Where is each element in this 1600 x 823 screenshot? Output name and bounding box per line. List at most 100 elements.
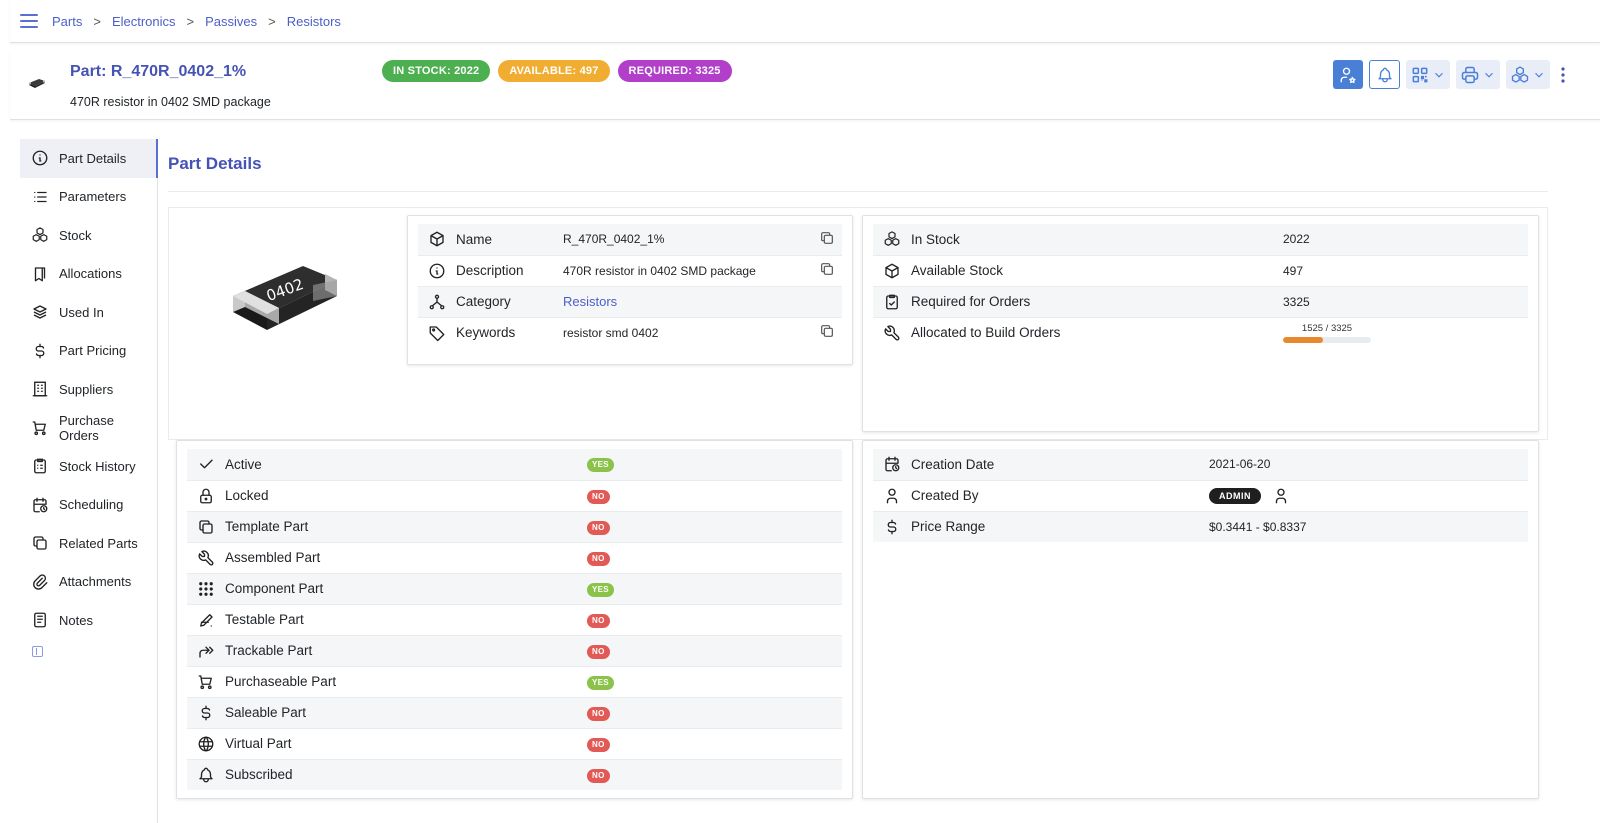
- table-row: Required for Orders 3325: [873, 285, 1528, 317]
- nav-part-pricing[interactable]: Part Pricing: [20, 332, 157, 371]
- table-row: Virtual Part NO: [187, 727, 842, 759]
- flag-label: Trackable Part: [225, 634, 587, 666]
- nav-label: Used In: [59, 304, 104, 320]
- flag-label: Saleable Part: [225, 696, 587, 728]
- chevron-down-icon: [1535, 72, 1543, 78]
- copy-icon: [33, 536, 47, 550]
- breadcrumb-item-parts[interactable]: Parts: [52, 14, 82, 29]
- barcode-menu-button[interactable]: [1406, 60, 1450, 89]
- sitemap-icon: [429, 294, 445, 310]
- nav-scheduling[interactable]: Scheduling: [20, 486, 157, 525]
- calendar-clock-icon: [33, 497, 48, 513]
- flag-value-badge: NO: [587, 768, 610, 783]
- flag-label: Component Part: [225, 572, 587, 604]
- part-header: Part: R_470R_0402_1% 470R resistor in 04…: [10, 52, 1600, 120]
- nav-stock-history[interactable]: Stock History: [20, 447, 157, 486]
- nav-label: Stock History: [59, 458, 136, 474]
- stock-table: In Stock 2022 Available Stock 497 Requir…: [873, 224, 1528, 348]
- more-actions-button[interactable]: [1556, 60, 1570, 89]
- nav-label: Allocations: [59, 266, 122, 282]
- category-link[interactable]: Resistors: [563, 294, 617, 309]
- table-row: Creation Date 2021-06-20: [873, 449, 1528, 480]
- user-icon: [886, 488, 898, 504]
- flag-value-badge: NO: [587, 644, 610, 659]
- flag-value-badge: YES: [587, 582, 614, 597]
- table-row: Component Part YES: [187, 572, 842, 604]
- meta-label: Creation Date: [911, 449, 1209, 480]
- subscribe-button[interactable]: [1369, 60, 1400, 89]
- package-icon: [885, 263, 899, 279]
- nav-purchase-orders[interactable]: Purchase Orders: [20, 409, 157, 448]
- tag-icon: [429, 326, 445, 342]
- table-row: Price Range $0.3441 - $0.8337: [873, 510, 1528, 542]
- copy-icon[interactable]: [819, 230, 835, 246]
- flag-value-badge: NO: [587, 551, 610, 566]
- table-row: Purchaseable Part YES: [187, 665, 842, 697]
- flag-label: Virtual Part: [225, 727, 587, 759]
- table-row: In Stock 2022: [873, 224, 1528, 255]
- nav-used-in[interactable]: Used In: [20, 293, 157, 332]
- nav-stock[interactable]: Stock: [20, 216, 157, 255]
- nav-attachments[interactable]: Attachments: [20, 563, 157, 602]
- created-by-badge[interactable]: ADMIN: [1209, 487, 1261, 504]
- part-flags-table: Active YES Locked NO Template Part NO Assemble…: [187, 449, 842, 790]
- copy-icon[interactable]: [819, 261, 835, 277]
- breadcrumb-separator: >: [93, 13, 101, 29]
- info-icon: [429, 263, 445, 279]
- print-menu-button[interactable]: [1456, 60, 1500, 89]
- calendar-clock-icon: [885, 456, 900, 472]
- user-icon: [1276, 488, 1287, 503]
- building-icon: [32, 381, 48, 397]
- table-row: Trackable Part NO: [187, 634, 842, 666]
- printer-icon: [1461, 66, 1479, 83]
- nav-label: Parameters: [59, 189, 127, 205]
- nav-parameters[interactable]: Parameters: [20, 178, 157, 217]
- info-value-name: R_470R_0402_1%: [563, 224, 812, 255]
- world-icon: [198, 736, 214, 752]
- check-icon: [200, 459, 213, 469]
- nav-part-details[interactable]: Part Details: [20, 139, 158, 178]
- flag-label: Locked: [225, 479, 587, 511]
- info-value-keywords: resistor smd 0402: [563, 316, 812, 348]
- nav-label: Purchase Orders: [59, 412, 114, 443]
- bell-icon: [199, 767, 213, 783]
- side-nav: Part Details Parameters Stock Allocation…: [20, 139, 158, 823]
- nav-label: Stock: [59, 227, 92, 243]
- breadcrumb-item-resistors[interactable]: Resistors: [287, 14, 341, 29]
- part-meta-table: Creation Date 2021-06-20 Created By ADMI…: [873, 449, 1528, 542]
- menu-icon[interactable]: [20, 14, 38, 28]
- part-image: 0402: [233, 266, 337, 330]
- table-row: Category Resistors: [418, 285, 842, 317]
- clipboard-check-icon: [886, 294, 898, 310]
- flag-label: Purchaseable Part: [225, 665, 587, 697]
- nav-allocations[interactable]: Allocations: [20, 255, 157, 294]
- flag-value-badge: NO: [587, 613, 610, 628]
- stock-icon: [1511, 65, 1529, 83]
- stock-menu-button[interactable]: [1506, 60, 1550, 89]
- bell-icon: [1377, 67, 1392, 82]
- table-row: Keywords resistor smd 0402: [418, 316, 842, 348]
- table-row: Available Stock 497: [873, 254, 1528, 286]
- nav-label: Related Parts: [59, 535, 138, 551]
- in-stock-badge: IN STOCK: 2022: [382, 60, 491, 82]
- part-flags-panel: Active YES Locked NO Template Part NO Assemble…: [176, 440, 853, 799]
- flag-label: Template Part: [225, 510, 587, 542]
- breadcrumb-separator: >: [268, 13, 276, 29]
- paperclip-icon: [33, 574, 48, 590]
- progress-track: [1283, 336, 1371, 343]
- flag-value-badge: YES: [587, 675, 614, 690]
- star-user-button[interactable]: [1333, 60, 1363, 89]
- breadcrumb-item-electronics[interactable]: Electronics: [112, 14, 176, 29]
- table-row: Active YES: [187, 449, 842, 480]
- cart-icon: [198, 674, 212, 689]
- header-actions: [1333, 60, 1570, 89]
- part-info-table: Name R_470R_0402_1% Description 470R res…: [418, 224, 842, 348]
- collapse-sidebar-icon[interactable]: [32, 645, 43, 657]
- nav-related-parts[interactable]: Related Parts: [20, 524, 157, 563]
- copy-icon[interactable]: [819, 323, 835, 339]
- nav-notes[interactable]: Notes: [20, 601, 157, 640]
- route-icon: [199, 646, 214, 658]
- nav-suppliers[interactable]: Suppliers: [20, 370, 157, 409]
- part-meta-panel: Creation Date 2021-06-20 Created By ADMI…: [862, 440, 1539, 799]
- breadcrumb-item-passives[interactable]: Passives: [205, 14, 257, 29]
